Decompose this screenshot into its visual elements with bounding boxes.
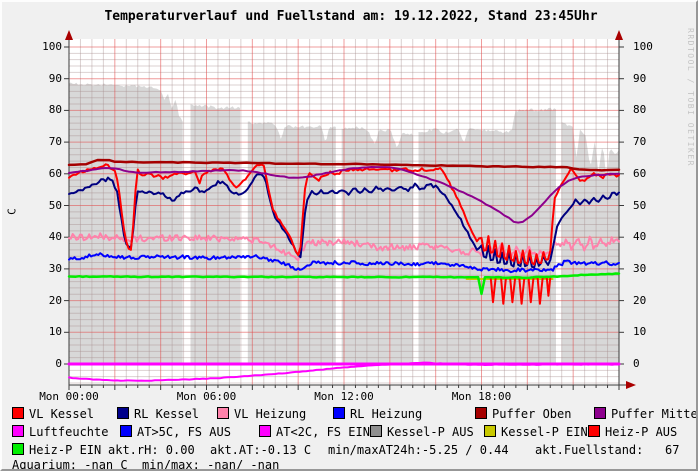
legend-swatch (120, 425, 132, 437)
y-tick-label-left: 0 (24, 358, 62, 370)
legend-item: Kessel-P EIN (484, 425, 588, 439)
legend-item: VL Heizung (217, 407, 306, 421)
status-text: Aquarium: -nan C min/max: -nan/ -nan (12, 458, 279, 471)
legend-item: Luftfeuchte (12, 425, 108, 439)
y-tick-label-left: 80 (24, 104, 62, 116)
legend-swatch (588, 425, 600, 437)
legend-item: VL Kessel (12, 407, 94, 421)
area-kessel-p-aus (191, 104, 241, 364)
y-tick-label-right: 60 (633, 168, 671, 180)
y-axis-arrow-right (615, 30, 623, 40)
y-tick-label-left: 70 (24, 136, 62, 148)
legend-swatch (12, 443, 24, 455)
x-axis-arrow (626, 381, 636, 389)
y-tick-label-right: 100 (633, 41, 671, 53)
legend-item: Heiz-P AUS (588, 425, 677, 439)
status-text: akt.Fuellstand: 67 (535, 443, 680, 457)
y-tick-label-right: 70 (633, 136, 671, 148)
legend-swatch (333, 407, 345, 419)
y-tick-label-right: 50 (633, 200, 671, 212)
x-tick-label: Mon 06:00 (167, 391, 247, 403)
status-text: akt.rH: 0.00 (108, 443, 195, 457)
y-tick-label-left: 50 (24, 200, 62, 212)
status-text: min/maxAT24h:-5.25 / 0.44 (328, 443, 509, 457)
legend-item: AT>5C, FS AUS (120, 425, 231, 439)
status-text: akt.AT:-0.13 C (210, 443, 311, 457)
y-tick-label-right: 30 (633, 263, 671, 275)
legend-item: Puffer Mitte (594, 407, 698, 421)
y-tick-label-left: 40 (24, 231, 62, 243)
legend-swatch (484, 425, 496, 437)
legend-swatch (370, 425, 382, 437)
x-tick-label: Mon 12:00 (304, 391, 384, 403)
y-tick-label-right: 90 (633, 73, 671, 85)
y-tick-label-left: 60 (24, 168, 62, 180)
legend-swatch (217, 407, 229, 419)
y-tick-label-right: 0 (633, 358, 671, 370)
watermark: RRDTOOL / TOBI OETIKER (686, 28, 695, 167)
legend-item: RL Heizung (333, 407, 422, 421)
y-tick-label-left: 90 (24, 73, 62, 85)
x-tick-label: Mon 18:00 (442, 391, 522, 403)
legend-swatch (117, 407, 129, 419)
y-tick-label-right: 10 (633, 326, 671, 338)
legend-swatch (594, 407, 606, 419)
y-tick-label-right: 20 (633, 295, 671, 307)
legend-swatch (12, 425, 24, 437)
y-axis-arrow-left (65, 30, 73, 40)
legend-swatch (12, 407, 24, 419)
legend-swatch (259, 425, 271, 437)
y-tick-label-left: 20 (24, 295, 62, 307)
legend-swatch (475, 407, 487, 419)
legend-item: Heiz-P EIN (12, 443, 101, 457)
y-tick-label-left: 10 (24, 326, 62, 338)
legend-item: Puffer Oben (475, 407, 571, 421)
y-tick-label-left: 100 (24, 41, 62, 53)
rrd-graph-image: Temperaturverlauf und Fuellstand am: 19.… (0, 0, 698, 471)
x-tick-label: Mon 00:00 (29, 391, 109, 403)
legend-item: AT<2C, FS EIN (259, 425, 370, 439)
y-tick-label-right: 80 (633, 104, 671, 116)
y-tick-label-right: 40 (633, 231, 671, 243)
y-tick-label-left: 30 (24, 263, 62, 275)
legend-item: Kessel-P AUS (370, 425, 474, 439)
legend-item: RL Kessel (117, 407, 199, 421)
